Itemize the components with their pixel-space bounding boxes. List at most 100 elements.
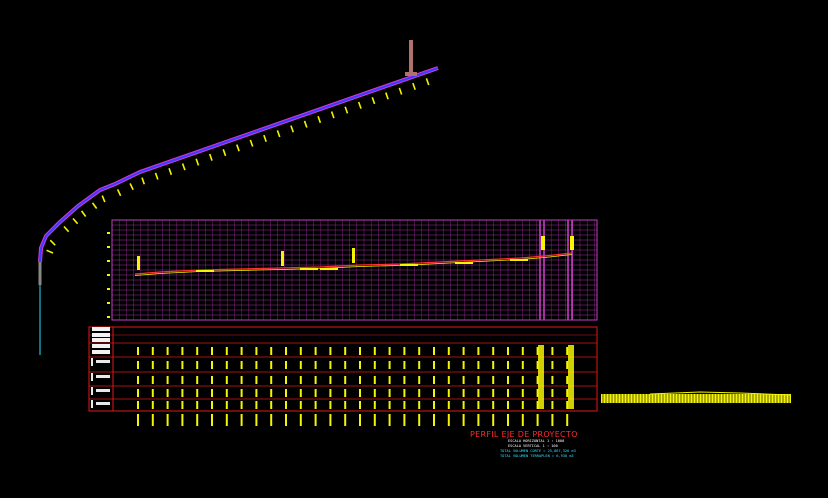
table-cell-value xyxy=(373,376,376,384)
table-cell-value xyxy=(447,401,450,409)
station-label xyxy=(359,414,361,426)
station-tick xyxy=(398,87,403,95)
elevation-tick-label xyxy=(107,302,110,304)
table-cell-value xyxy=(388,389,391,397)
elevation-tick-label xyxy=(107,316,110,318)
table-cell-value xyxy=(521,389,524,397)
table-cell-value xyxy=(329,376,332,384)
table-cell-value xyxy=(551,389,554,397)
row-header-label xyxy=(92,333,110,337)
station-label xyxy=(566,414,569,426)
station-tick xyxy=(357,101,362,109)
table-cell-value xyxy=(270,401,273,409)
table-cell-value xyxy=(477,361,480,369)
profile-label-block xyxy=(196,270,214,272)
station-label xyxy=(492,414,495,426)
table-cell-value xyxy=(344,401,347,409)
station-label xyxy=(551,414,554,426)
station-tick xyxy=(222,149,227,157)
right-detail-strip xyxy=(601,391,791,403)
table-cell-value xyxy=(181,361,184,369)
station-tick xyxy=(317,115,322,124)
table-cell-value xyxy=(255,376,258,384)
title-block: PERFIL EJE DE PROYECTO ESCALA HORIZONTAL… xyxy=(470,430,600,459)
table-cell-value xyxy=(166,347,169,355)
station-tick xyxy=(101,195,106,203)
table-cell-value xyxy=(211,361,213,369)
table-cell-value xyxy=(255,361,258,369)
table-cell-value xyxy=(359,389,361,397)
table-cell-value xyxy=(166,376,169,384)
table-cell-value xyxy=(196,389,199,397)
table-cell-value xyxy=(166,389,169,397)
table-cell-value xyxy=(477,347,480,355)
table-cell-value xyxy=(418,361,421,369)
station-label xyxy=(521,414,524,426)
table-cell-value xyxy=(566,401,569,409)
table-frame xyxy=(88,326,598,412)
table-cell-value xyxy=(447,347,450,355)
table-cell-value xyxy=(418,376,421,384)
table-cell-value xyxy=(196,376,199,384)
station-label xyxy=(447,414,450,426)
station-tick xyxy=(80,210,87,217)
table-cell-value xyxy=(492,347,495,355)
station-label xyxy=(181,414,184,426)
profile-label-block xyxy=(455,262,473,264)
table-cell-value xyxy=(521,347,524,355)
vertical-curve-marker xyxy=(137,256,140,270)
table-cell-value xyxy=(403,401,406,409)
table-cell-value xyxy=(388,401,391,409)
table-cell-value xyxy=(462,389,465,397)
table-cell-value xyxy=(403,361,406,369)
station-label xyxy=(344,414,347,426)
table-cell-value xyxy=(196,401,199,409)
table-cell-value xyxy=(285,361,287,369)
vertical-curve-marker xyxy=(541,236,545,250)
station-label xyxy=(314,414,317,426)
table-cell-value xyxy=(447,376,450,384)
table-cell-value xyxy=(299,401,302,409)
table-cell-value xyxy=(433,376,435,384)
table-cell-value xyxy=(344,389,347,397)
table-cell-value xyxy=(388,376,391,384)
profile-label-block xyxy=(320,268,338,270)
table-cell-value xyxy=(225,401,228,409)
table-cell-value xyxy=(388,361,391,369)
station-tick xyxy=(385,92,389,100)
table-cell-value xyxy=(225,389,228,397)
station-label xyxy=(403,414,406,426)
table-cell-value xyxy=(137,347,139,355)
table-cell-value xyxy=(137,376,139,384)
table-cell-value xyxy=(507,361,509,369)
station-label xyxy=(373,414,376,426)
table-cell-value xyxy=(477,389,480,397)
row-header-label xyxy=(96,375,110,378)
table-cell-value xyxy=(551,376,554,384)
table-cell-value xyxy=(270,389,273,397)
station-tick xyxy=(63,225,70,233)
elevation-tick-label xyxy=(107,274,110,276)
table-cell-value xyxy=(329,361,332,369)
station-tick xyxy=(72,217,79,225)
table-cell-value xyxy=(418,401,421,409)
table-cell-value xyxy=(255,347,258,355)
station-label xyxy=(240,414,243,426)
row-header-label xyxy=(92,350,110,354)
table-cell-value xyxy=(507,347,509,355)
elevation-tick-label xyxy=(107,288,110,290)
table-cell-value xyxy=(521,376,524,384)
table-cell-value xyxy=(314,401,317,409)
table-cell-value xyxy=(433,361,435,369)
table-cell-value xyxy=(181,401,184,409)
station-tick xyxy=(168,167,173,176)
table-cell-value xyxy=(329,347,332,355)
table-cell-value xyxy=(462,361,465,369)
table-cell-value xyxy=(211,389,213,397)
table-cell-value xyxy=(373,347,376,355)
station-tick xyxy=(276,130,281,138)
station-label xyxy=(285,414,287,426)
table-cell-value xyxy=(462,376,465,384)
longitudinal-profile xyxy=(107,219,598,321)
table-cell-value xyxy=(566,347,569,355)
